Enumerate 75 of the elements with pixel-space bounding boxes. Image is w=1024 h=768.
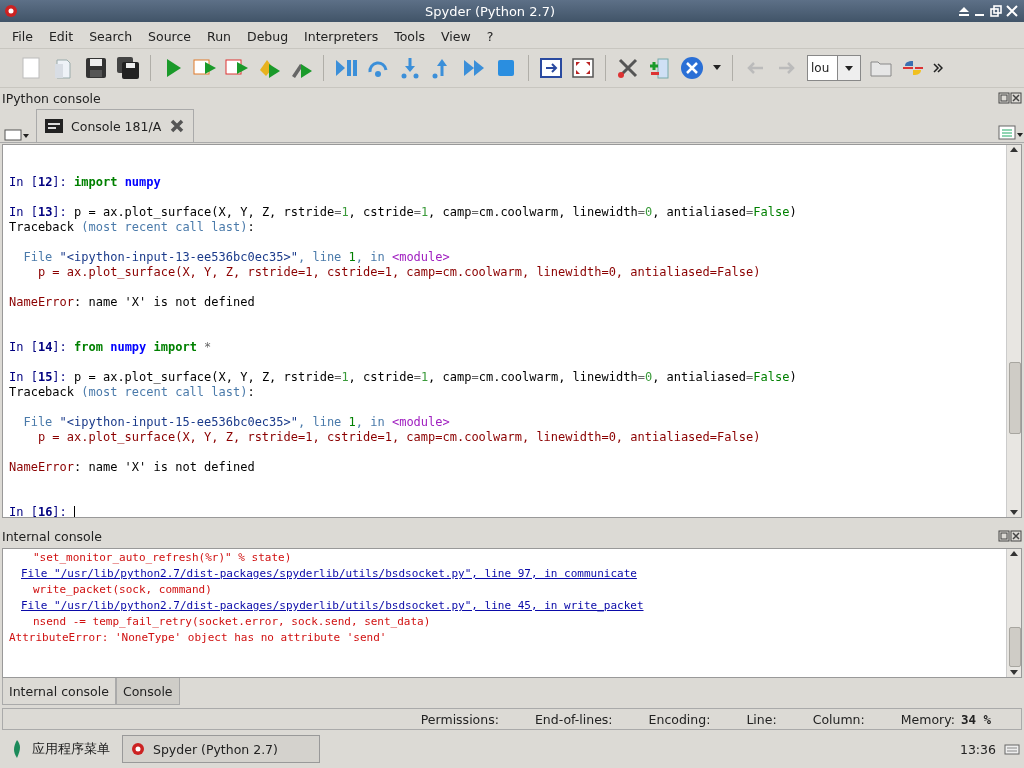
tools-icon[interactable] (680, 56, 704, 80)
status-label: Column: (812, 711, 865, 727)
keyboard-icon[interactable] (1004, 741, 1020, 757)
menu-item[interactable]: Source (140, 28, 200, 44)
console-line: In [15]: p = ax.plot_surface(X, Y, Z, rstride=1, cstride=1, camp=cm.coolwarm, linewidth=0, antialiased=False) (9, 370, 798, 385)
console-line: AttributeError: 'NoneType' object has no attribute 'send' (9, 631, 387, 644)
save-icon[interactable] (84, 56, 108, 80)
pane-tab[interactable]: Console (115, 678, 180, 705)
window-title: Spyder (Python 2.7) (424, 3, 556, 19)
status-label: Encoding: (648, 711, 711, 727)
clock: 13:36 (959, 741, 996, 757)
undock-icon[interactable] (998, 530, 1010, 542)
pane-tab[interactable]: Internal console (2, 678, 116, 705)
internal-console-output[interactable] (2, 548, 1022, 678)
console-line: p = ax.plot_surface(X, Y, Z, rstride=1, cstride=1, camp=cm.coolwarm, linewidth=0, antialiased=False) (36, 265, 762, 280)
console-line: Traceback (most recent call last): (9, 385, 256, 400)
pane-title: IPython console (2, 90, 101, 106)
traceback-link[interactable]: File "/usr/lib/python2.7/dist-packages/spyderlib/utils/bsdsocket.py", line 97, in communicate (21, 567, 637, 580)
menu-item[interactable]: ? (478, 28, 502, 44)
console-line: write_packet(sock, command) (33, 583, 212, 596)
app-logo-icon (131, 742, 145, 756)
console-line: NameError: name 'X' is not defined (9, 295, 256, 310)
menu-item[interactable]: File (4, 28, 41, 44)
status-label: Memory: (900, 711, 955, 727)
applications-menu[interactable]: 应用程序菜单 (32, 740, 110, 758)
console-line: In [12]: import numpy (9, 175, 162, 190)
caret-icon (844, 63, 854, 73)
console-line: Traceback (most recent call last): (9, 220, 256, 235)
scrollbar-thumb[interactable] (1009, 362, 1021, 434)
menu-item[interactable]: Search (81, 28, 141, 44)
scrollbar[interactable] (1006, 549, 1021, 677)
maximize-pane-icon[interactable] (539, 56, 563, 80)
console-line: In [14]: from numpy import * (9, 340, 213, 355)
status-label: End-of-lines: (534, 711, 613, 727)
console-line: "set_monitor_auto_refresh(%r)" % state) (33, 551, 292, 564)
save-all-icon[interactable] (116, 56, 140, 80)
scroll-down-icon (1009, 507, 1019, 517)
status-label: Permissions: (420, 711, 499, 727)
console-line: NameError: name 'X' is not defined (9, 460, 256, 475)
status-label: Line: (746, 711, 777, 727)
directory-combo[interactable]: lou (807, 55, 861, 81)
preferences-icon[interactable] (616, 56, 640, 80)
menu-item[interactable]: Run (199, 28, 239, 44)
taskbar-window-button[interactable]: Spyder (Python 2.7) (122, 735, 320, 763)
eject-icon[interactable] (958, 5, 970, 17)
scrollbar[interactable] (1006, 145, 1021, 517)
pythonpath-icon[interactable] (648, 56, 672, 80)
close-icon[interactable] (1010, 530, 1022, 542)
console-tab[interactable]: Console 181/A (36, 109, 195, 142)
fullscreen-icon[interactable] (571, 56, 595, 80)
options-menu-icon[interactable] (998, 124, 1024, 142)
console-line: p = ax.plot_surface(X, Y, Z, rstride=1, cstride=1, camp=cm.coolwarm, linewidth=0, antialiased=False) (36, 430, 762, 445)
menu-item[interactable]: Debug (239, 28, 297, 44)
console-line: nsend -= temp_fail_retry(socket.error, sock.send, sent_data) (33, 615, 431, 628)
scrollbar-thumb[interactable] (1009, 627, 1021, 667)
menu-item[interactable]: Interpreters (296, 28, 387, 44)
console-line: File "<ipython-input-13-ee536bc0ec35>", line 1, in <module> (22, 250, 451, 265)
console-line: In [16]: (9, 505, 1006, 517)
scroll-up-icon (1009, 145, 1019, 155)
close-icon[interactable] (169, 118, 186, 134)
traceback-link[interactable]: File "/usr/lib/python2.7/dist-packages/spyderlib/utils/bsdsocket.py", line 45, in write_packet (21, 599, 644, 612)
overflow-chevron-icon[interactable] (933, 62, 943, 74)
console-line: File "<ipython-input-15-ee536bc0ec35>", line 1, in <module> (22, 415, 451, 430)
menu-item[interactable]: Tools (386, 28, 433, 44)
close-icon[interactable] (1010, 92, 1022, 104)
undock-icon[interactable] (998, 92, 1010, 104)
console-line: In [13]: p = ax.plot_surface(X, Y, Z, rstride=1, cstride=1, camp=cm.coolwarm, linewidth=0, antialiased=False) (9, 205, 798, 220)
console-output[interactable] (2, 144, 1022, 518)
scroll-up-icon (1009, 549, 1019, 559)
menu-item[interactable]: Edit (40, 28, 82, 44)
restore-icon[interactable] (990, 5, 1002, 17)
terminal-icon (45, 119, 63, 133)
menu-item[interactable]: View (433, 28, 479, 44)
pane-title: Internal console (2, 528, 102, 544)
status-value: 34 % (960, 711, 991, 727)
